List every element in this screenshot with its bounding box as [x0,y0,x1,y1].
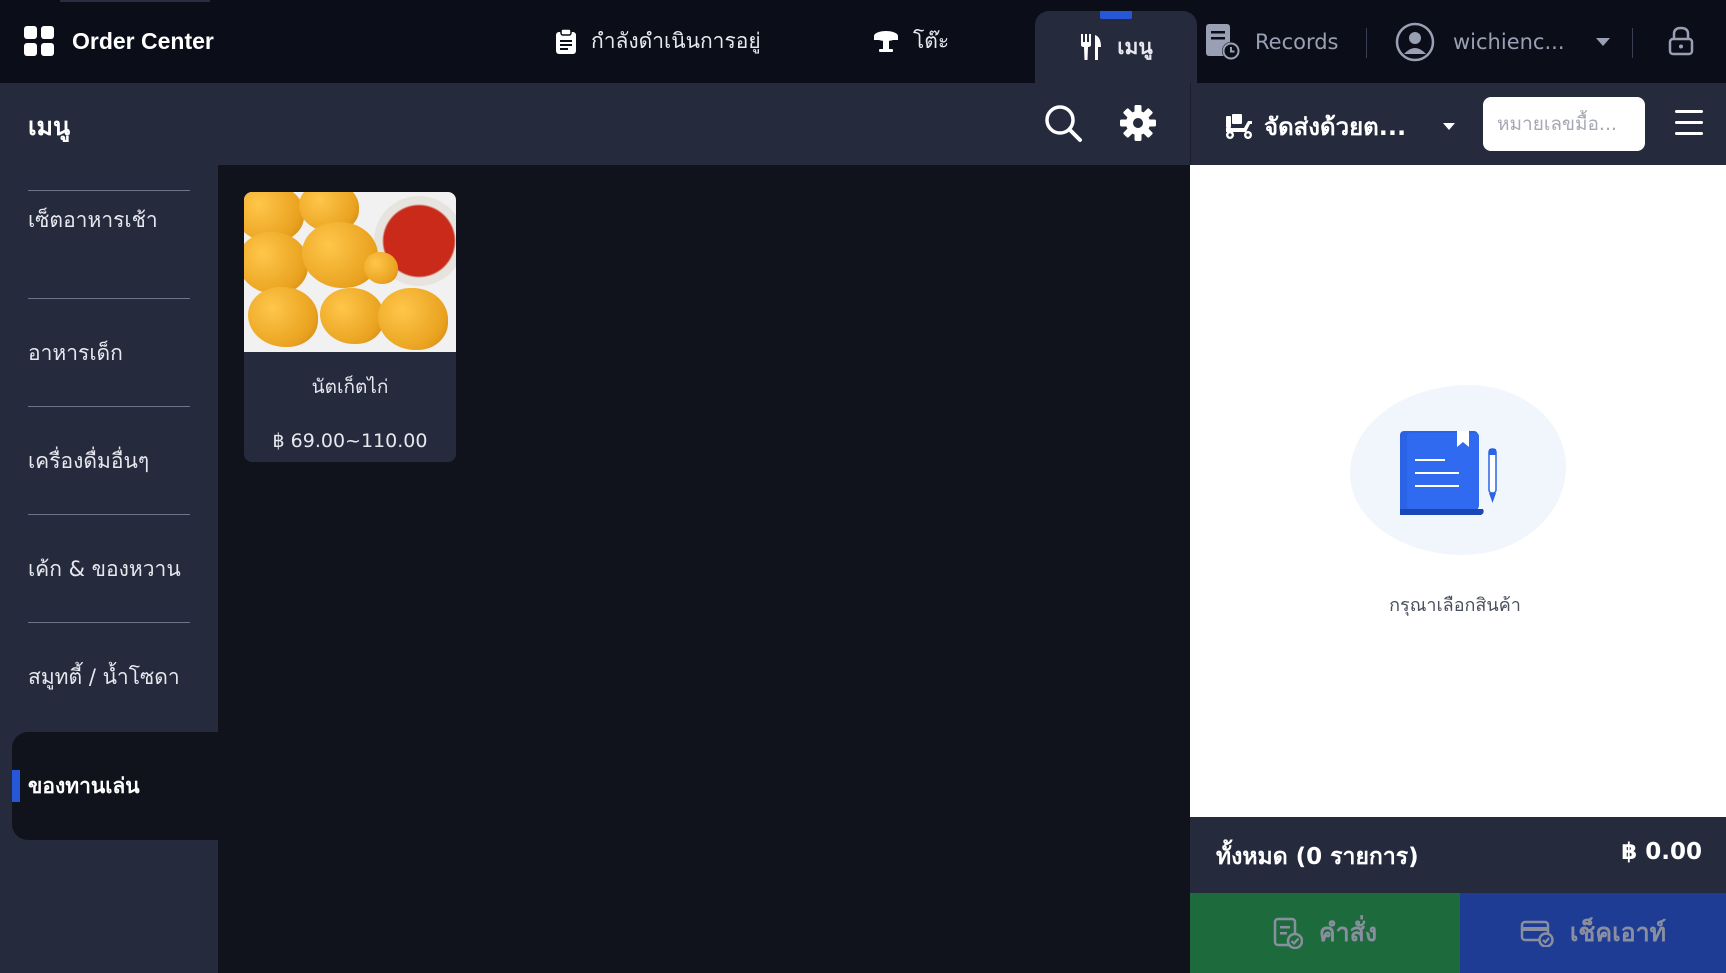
tab-records[interactable]: Records [1205,0,1339,83]
checkout-label: เช็คเอาท์ [1569,918,1667,947]
tab-tables-label: โต๊ะ [913,29,950,53]
total-amount: ฿ 0.00 [1621,839,1702,865]
tab-in-progress[interactable]: กำลังดำเนินการอยู่ [555,0,761,83]
search-button[interactable] [1043,103,1083,147]
category-item[interactable]: เครื่องดื่มอื่นๆ [0,408,218,516]
nugget [378,288,448,350]
tab-menu-label: เมนู [1117,34,1153,59]
menu-header-title: เมนู [28,112,71,141]
hamburger-menu-icon[interactable] [1675,110,1703,143]
empty-cart: กรุณาเลือกสินค้า [1350,385,1570,616]
category-label: เค้ก & ของหวาน [28,556,181,581]
top-bar: Order Center กำลังดำเนินการอยู่ โต๊ะ เมน… [0,0,1726,83]
category-divider [28,622,190,623]
tab-records-label: Records [1255,29,1339,54]
category-item[interactable]: เค้ก & ของหวาน [0,516,218,624]
product-grid: นัตเก็ตไก่ ฿ 69.00~110.00 [218,165,1190,973]
chevron-down-icon [1595,38,1610,46]
category-divider [28,406,190,407]
gear-icon [1120,105,1156,141]
top-edge [60,0,210,2]
app-root: Order Center กำลังดำเนินการอยู่ โต๊ะ เมน… [0,0,1726,973]
place-order-label: คำสั่ง [1318,918,1378,947]
user-name: wichienc... [1453,30,1565,54]
order-total-bar: ทั้งหมด (0 รายการ) ฿ 0.00 [1190,817,1726,893]
delivery-method-select[interactable]: จัดส่งด้วยต... [1224,107,1456,146]
order-panel: กรุณาเลือกสินค้า [1190,165,1726,817]
table-icon [874,30,898,52]
product-image [244,192,456,352]
category-sidebar: เซ็ตอาหารเช้า อาหารเด็ก เครื่องดื่มอื่นๆ… [0,165,218,973]
app-title: Order Center [72,27,214,54]
nugget [320,288,384,344]
top-divider-2 [1632,28,1633,58]
product-card[interactable]: นัตเก็ตไก่ ฿ 69.00~110.00 [244,192,456,462]
nugget [364,252,398,284]
checkout-button[interactable]: เช็คเอาท์ [1460,893,1726,973]
category-label: อาหารเด็ก [28,340,123,365]
category-divider [28,190,190,191]
category-item[interactable]: สมูทตี้ / น้ำโซดา [0,624,218,732]
nugget [302,222,378,288]
order-header: จัดส่งด้วยต... [1190,83,1726,165]
order-number-input[interactable] [1483,97,1645,151]
active-tab-indicator [1100,11,1132,19]
delivery-scooter-icon [1226,113,1252,139]
app-brand[interactable]: Order Center [24,26,214,56]
category-item[interactable]: อาหารเด็ก [0,300,218,408]
category-divider [28,298,190,299]
lock-icon [1668,26,1694,56]
delivery-method-label: จัดส่งด้วยต... [1264,113,1407,141]
order-book-icon [1400,431,1497,515]
apps-grid-icon [24,26,54,56]
category-label: ของทานเล่น [28,773,140,798]
top-divider [1366,28,1367,58]
category-item[interactable]: เซ็ตอาหารเช้า [0,165,218,299]
search-icon [1045,105,1082,142]
avatar-icon [1395,22,1435,62]
empty-cart-message: กรุณาเลือกสินค้า [1389,595,1521,616]
user-menu[interactable]: wichienc... [1395,22,1611,62]
tab-tables[interactable]: โต๊ะ [873,0,949,83]
order-receipt-icon [1273,917,1303,949]
category-label: สมูทตี้ / น้ำโซดา [28,664,180,689]
lock-button[interactable] [1668,26,1694,60]
tab-menu[interactable]: เมนู [1035,11,1197,83]
total-items-label: ทั้งหมด (0 รายการ) [1216,844,1419,870]
payment-card-icon [1520,920,1554,947]
settings-button[interactable] [1120,105,1156,145]
fork-knife-icon [1081,34,1102,60]
category-item-active[interactable]: ของทานเล่น [12,732,218,840]
place-order-button[interactable]: คำสั่ง [1190,893,1460,973]
tab-in-progress-label: กำลังดำเนินการอยู่ [591,29,761,53]
category-divider [28,514,190,515]
chevron-down-icon [1443,123,1456,130]
active-category-indicator [12,770,20,802]
category-label: เซ็ตอาหารเช้า [28,207,158,232]
category-label: เครื่องดื่มอื่นๆ [28,448,150,473]
product-price: ฿ 69.00~110.00 [272,430,428,452]
menu-header: เมนู [0,83,1190,165]
nugget [248,287,318,347]
records-icon [1206,23,1240,60]
nugget [244,232,308,294]
clipboard-icon [556,28,576,54]
product-name: นัตเก็ตไก่ [311,376,389,398]
